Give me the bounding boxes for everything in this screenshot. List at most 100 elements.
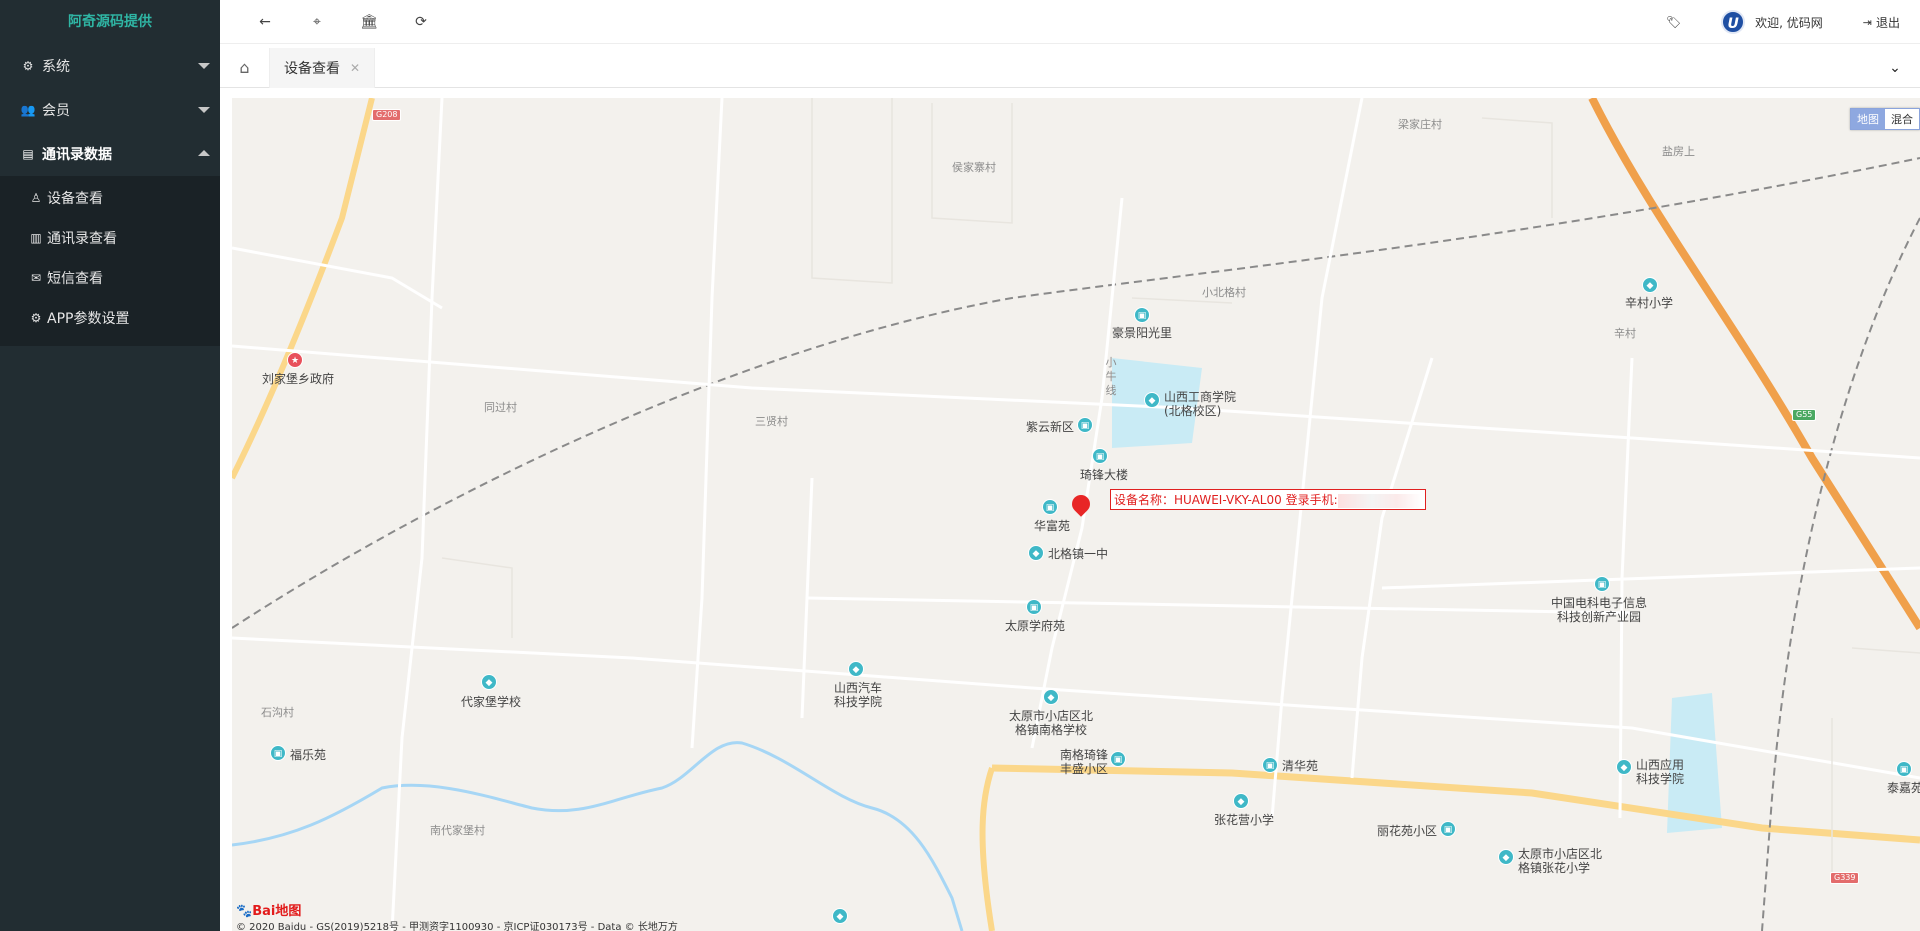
caret-down-icon (198, 107, 210, 113)
map-label: 刘家堡乡政府 (262, 372, 335, 386)
sidebar-item-app-settings[interactable]: ⚙ APP参数设置 (0, 298, 220, 338)
menu-member[interactable]: 👥 会员 (0, 88, 220, 132)
map-label: 南代家堡村 (430, 824, 485, 837)
highway-shield: G55 (1792, 409, 1817, 421)
map-type-hybrid-button[interactable]: 混合 (1885, 109, 1919, 129)
map-label: 山西汽车科技学院 (833, 681, 882, 709)
baidu-map-logo: 🐾Bai地图 (236, 904, 302, 919)
sidebar-item-label: 通讯录查看 (47, 231, 117, 247)
school-icon: ◆ (1043, 689, 1059, 705)
sidebar-item-contacts-view[interactable]: ▥ 通讯录查看 (0, 218, 220, 258)
sidebar-item-device-view[interactable]: ♙ 设备查看 (0, 178, 220, 218)
menu-member-label: 会员 (42, 103, 70, 119)
map-label: 辛村 (1614, 327, 1636, 340)
map-roads (232, 98, 1920, 931)
redacted-phone (1337, 493, 1422, 508)
map-type-map-button[interactable]: 地图 (1851, 109, 1885, 129)
map-label: 清华苑 (1282, 759, 1319, 773)
residence-icon: ▣ (1026, 599, 1042, 615)
menu-system[interactable]: ⚙ 系统 (0, 44, 220, 88)
menu-system-label: 系统 (42, 59, 70, 75)
map-label: 泰嘉苑 (1887, 781, 1920, 795)
arrow-left-icon[interactable]: ← (245, 0, 285, 44)
map-label: 侯家寨村 (952, 161, 996, 174)
sign-out-icon: ⇥ (1862, 15, 1872, 29)
tab-bar: ⌂ 设备查看 ✕ ⌄ (220, 48, 1920, 88)
map-canvas[interactable]: 地图 混合 G208 G55 G339 梁家庄村 盐房上 侯家寨村 小北格村 ◆… (232, 98, 1920, 931)
government-icon: ★ (287, 352, 303, 368)
residence-icon: ▣ (1042, 499, 1058, 515)
map-copyright: © 2020 Baidu - GS(2019)5218号 - 甲测资字11009… (236, 922, 678, 931)
map-label: 华富苑 (1034, 519, 1071, 533)
map-label: 山西工商学院(北格校区) (1164, 390, 1237, 418)
tag-icon[interactable]: 🏷 (1666, 15, 1681, 29)
school-icon: ◆ (832, 908, 848, 924)
map-label: 琦锋大楼 (1080, 468, 1129, 482)
caret-up-icon (198, 150, 210, 156)
envelope-icon: ✉ (30, 271, 42, 285)
map-label: 小北格村 (1202, 286, 1246, 299)
residence-icon: ▣ (1077, 417, 1093, 433)
users-icon: 👥 (20, 103, 36, 117)
map-label: 张花营小学 (1214, 813, 1275, 827)
map-label: 北格镇一中 (1048, 547, 1109, 561)
residence-icon: ▣ (1262, 757, 1278, 773)
residence-icon: ▣ (1134, 307, 1150, 323)
crosshair-icon[interactable]: ⌖ (297, 0, 337, 44)
map-label: 豪景阳光里 (1112, 326, 1173, 340)
map-label: 同过村 (484, 401, 517, 414)
residence-icon: ▣ (270, 745, 286, 761)
logout-button[interactable]: ⇥ 退出 (1863, 14, 1900, 31)
map-label: 福乐苑 (290, 748, 327, 762)
welcome-text: 欢迎, 优码网 (1755, 15, 1823, 30)
user-area: 🏷 U 欢迎, 优码网 ⇥ 退出 (1666, 0, 1900, 44)
map-label: 山西应用科技学院 (1636, 758, 1685, 786)
bank-icon[interactable]: 🏛 (349, 0, 389, 44)
chevron-down-icon[interactable]: ⌄ (1880, 48, 1910, 88)
map-type-switch: 地图 混合 (1850, 108, 1920, 130)
map-label: 代家堡学校 (461, 695, 522, 709)
school-icon: ◆ (1642, 277, 1658, 293)
device-info-label[interactable]: 设备名称：HUAWEI-VKY-AL00 登录手机: (1110, 489, 1426, 510)
map-label: 中国电科电子信息科技创新产业园 (1550, 596, 1647, 624)
sidebar-item-label: 设备查看 (47, 191, 103, 207)
building-icon: ▣ (1092, 448, 1108, 464)
logout-label: 退出 (1875, 15, 1900, 30)
residence-icon: ▣ (1440, 821, 1456, 837)
close-icon[interactable]: ✕ (350, 61, 360, 75)
map-label: 辛村小学 (1625, 296, 1674, 310)
map-label: 南格琦锋丰盛小区 (1059, 748, 1108, 776)
book-icon: ▥ (30, 231, 42, 245)
map-label: 小牛线 (1105, 356, 1117, 397)
highway-shield: G339 (1830, 872, 1860, 884)
map-label: 太原市小店区北格镇南格学校 (1009, 709, 1094, 737)
caret-down-icon (198, 63, 210, 69)
school-icon: ◆ (481, 674, 497, 690)
residence-icon: ▣ (1896, 761, 1912, 777)
device-info-text: 设备名称：HUAWEI-VKY-AL00 登录手机: (1114, 493, 1338, 507)
map-label: 紫云新区 (1026, 420, 1075, 434)
sidebar: 阿奇源码提供 ⚙ 系统 👥 会员 ▤ 通讯录数据 ♙ 设备查看 ▥ 通讯录查看 … (0, 0, 220, 931)
tab-device-view[interactable]: 设备查看 ✕ (270, 48, 376, 88)
menu-contacts-data-label: 通讯录数据 (42, 147, 112, 163)
id-card-icon: ▤ (22, 147, 34, 161)
gear-icon: ⚙ (30, 311, 42, 325)
school-icon: ◆ (1144, 392, 1160, 408)
sidebar-item-label: 短信查看 (47, 271, 103, 287)
user-icon: ♙ (30, 191, 42, 205)
map-label: 太原学府苑 (1005, 619, 1066, 633)
tab-label: 设备查看 (284, 61, 340, 77)
refresh-icon[interactable]: ⟳ (401, 0, 441, 44)
home-icon[interactable]: ⌂ (220, 48, 270, 88)
brand-title: 阿奇源码提供 (68, 14, 152, 30)
map-label: 丽花苑小区 (1377, 824, 1438, 838)
school-icon: ◆ (1233, 793, 1249, 809)
building-icon: ▣ (1594, 576, 1610, 592)
sidebar-item-label: APP参数设置 (47, 311, 130, 327)
avatar: U (1721, 10, 1746, 34)
sidebar-item-sms-view[interactable]: ✉ 短信查看 (0, 258, 220, 298)
gear-icon: ⚙ (22, 59, 34, 73)
menu-contacts-data[interactable]: ▤ 通讯录数据 (0, 132, 220, 176)
top-bar: ← ⌖ 🏛 ⟳ 🏷 U 欢迎, 优码网 ⇥ 退出 (220, 0, 1920, 44)
highway-shield: G208 (372, 109, 402, 121)
